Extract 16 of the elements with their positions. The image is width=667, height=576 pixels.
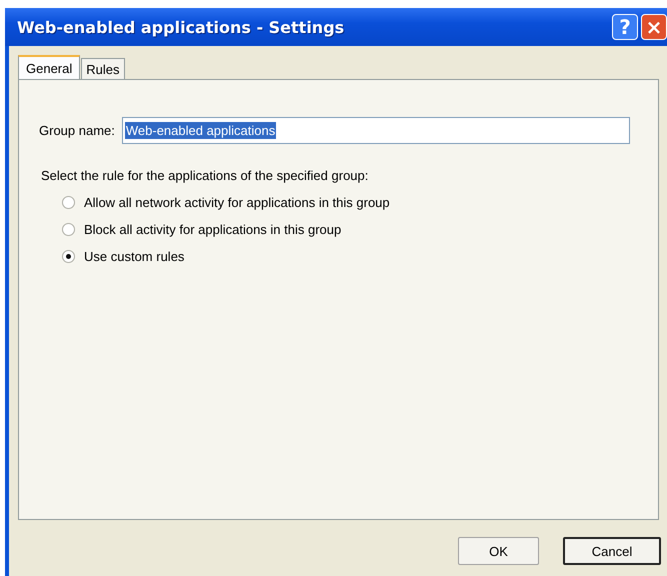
radio-label[interactable]: Block all activity for applications in this group	[84, 222, 342, 237]
radio-button[interactable]	[62, 250, 75, 263]
help-button[interactable]: ?	[612, 14, 638, 40]
rule-prompt: Select the rule for the applications of the specified group:	[41, 168, 370, 183]
group-name-label: Group name:	[39, 123, 115, 138]
radio-label[interactable]: Use custom rules	[84, 249, 184, 264]
dialog-button[interactable]: Cancel	[563, 537, 661, 565]
dialog-button[interactable]: OK	[458, 537, 539, 565]
close-button[interactable]: ×	[641, 14, 667, 40]
tab[interactable]: Rules	[81, 58, 124, 79]
tab[interactable]: General	[18, 55, 80, 79]
radio-button[interactable]	[62, 196, 75, 209]
radio-button[interactable]	[62, 223, 75, 236]
group-name-field[interactable]: Web-enabled applications	[122, 117, 630, 144]
window-title: Web-enabled applications - Settings	[17, 18, 344, 36]
radio-label[interactable]: Allow all network activity for applications in this group	[84, 195, 390, 210]
